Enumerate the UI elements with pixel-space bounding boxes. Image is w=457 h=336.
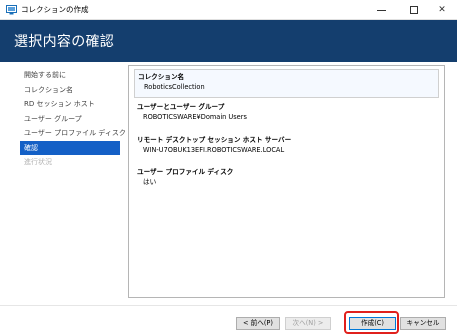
summary-section-collection: コレクション名 RoboticsCollection — [134, 69, 439, 98]
close-icon: ✕ — [438, 5, 446, 15]
maximize-button[interactable] — [399, 1, 429, 19]
nav-item-confirmation[interactable]: 確認 — [20, 140, 120, 155]
highlight-annotation — [344, 311, 399, 334]
section-value: はい — [143, 178, 157, 186]
section-title: ユーザー プロファイル ディスク — [137, 168, 234, 176]
minimize-icon — [376, 9, 386, 11]
previous-button[interactable]: < 前へ(P) — [236, 317, 280, 330]
summary-panel: コレクション名 RoboticsCollection ユーザーとユーザー グルー… — [128, 65, 445, 298]
wizard-header: 選択内容の確認 — [0, 20, 457, 62]
section-value: WIN-U7OBUK13EFI.ROBOTICSWARE.LOCAL — [143, 146, 285, 154]
title-bar: コレクションの作成 ✕ — [0, 0, 457, 20]
footer-divider — [0, 305, 457, 306]
section-value: RoboticsCollection — [144, 83, 205, 91]
section-title: ユーザーとユーザー グループ — [137, 103, 225, 111]
summary-section-profile-disk: ユーザー プロファイル ディスク はい — [134, 167, 439, 187]
nav-item-rd-session-host[interactable]: RD セッション ホスト — [20, 97, 120, 112]
wizard-nav: 開始する前に コレクション名 RD セッション ホスト ユーザー グループ ユー… — [20, 68, 126, 170]
nav-item-user-profile-disks[interactable]: ユーザー プロファイル ディスク — [20, 126, 126, 141]
summary-section-host: リモート デスクトップ セッション ホスト サーバー WIN-U7OBUK13E… — [134, 135, 439, 155]
window-title: コレクションの作成 — [21, 5, 89, 14]
page-title: 選択内容の確認 — [14, 34, 115, 50]
server-manager-icon — [6, 5, 17, 15]
close-button[interactable]: ✕ — [427, 1, 457, 19]
minimize-button[interactable] — [366, 1, 396, 19]
nav-item-user-groups[interactable]: ユーザー グループ — [20, 112, 120, 127]
next-button: 次へ(N) > — [285, 317, 331, 330]
nav-item-progress: 進行状況 — [24, 158, 52, 166]
cancel-button[interactable]: キャンセル — [400, 317, 446, 330]
nav-item-before-you-begin[interactable]: 開始する前に — [20, 68, 120, 83]
section-title: コレクション名 — [138, 73, 185, 81]
nav-item-collection-name[interactable]: コレクション名 — [20, 83, 120, 98]
summary-section-groups: ユーザーとユーザー グループ ROBOTICSWARE¥Domain Users — [134, 102, 439, 122]
maximize-icon — [410, 6, 418, 14]
section-value: ROBOTICSWARE¥Domain Users — [143, 113, 247, 121]
section-title: リモート デスクトップ セッション ホスト サーバー — [137, 136, 292, 144]
